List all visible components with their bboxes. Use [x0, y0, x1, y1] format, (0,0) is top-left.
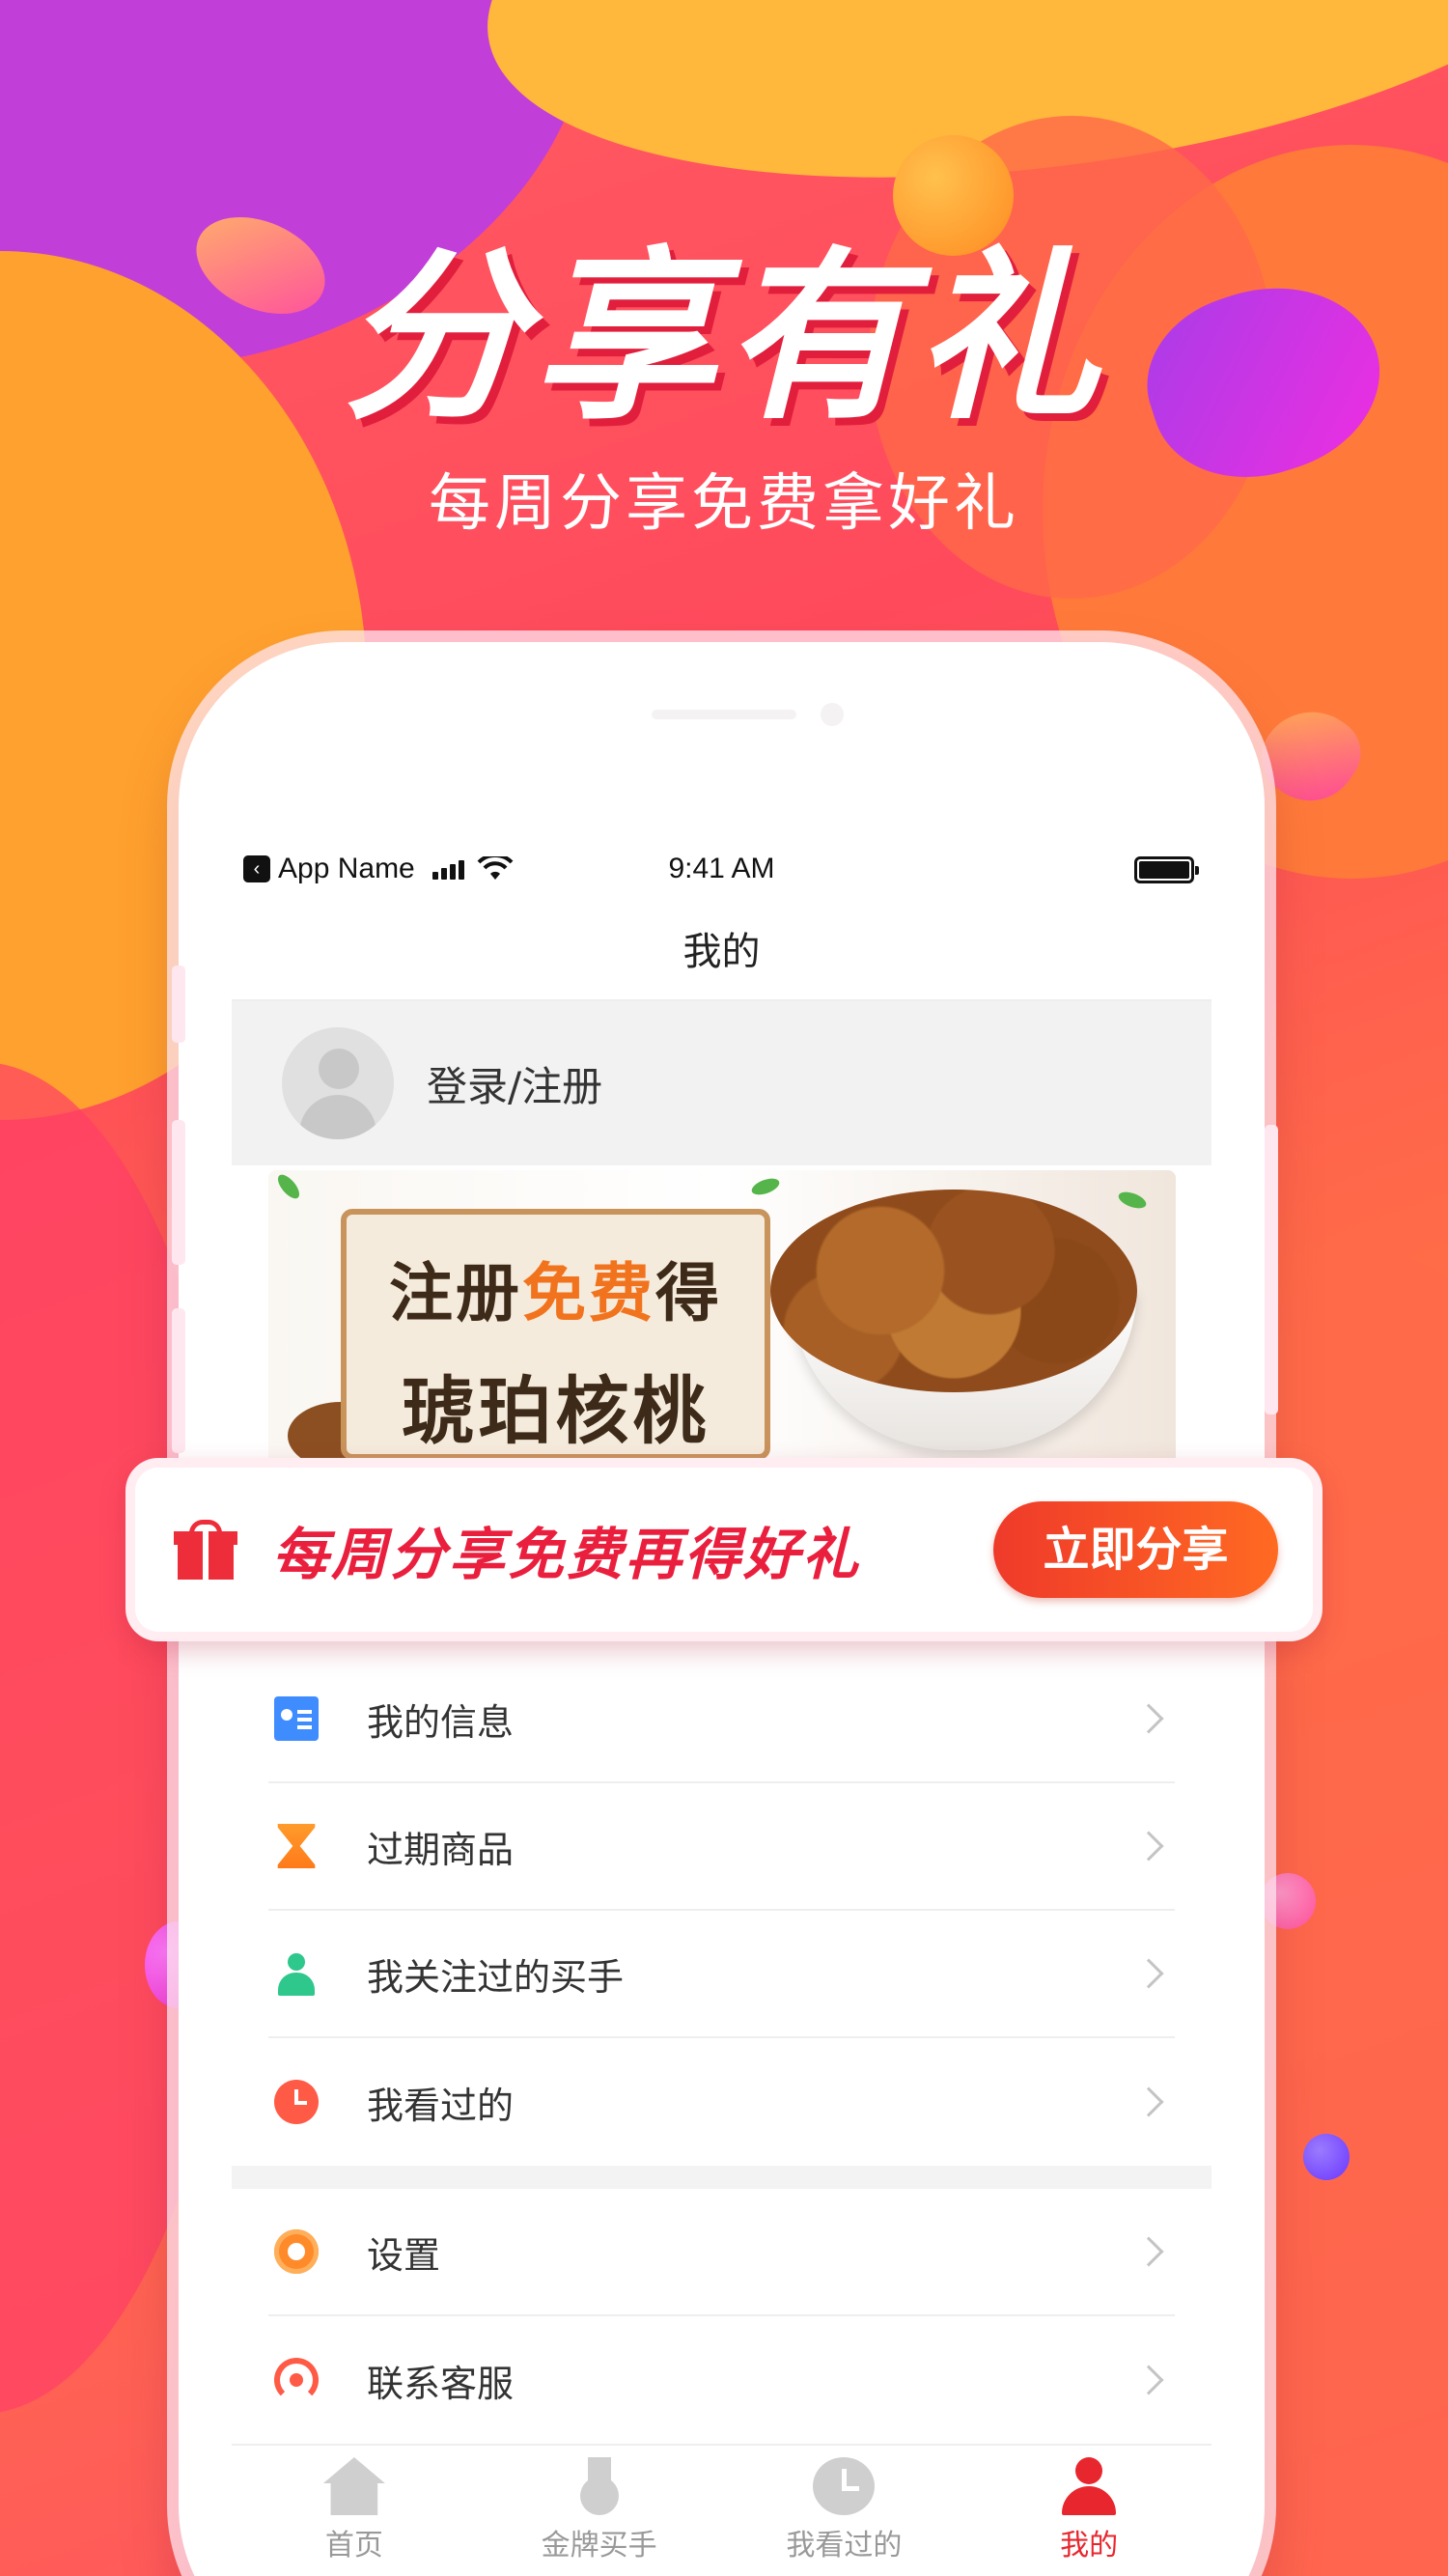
- gift-icon: [174, 1520, 237, 1580]
- avatar[interactable]: [282, 1027, 394, 1139]
- status-app-name[interactable]: App Name: [278, 853, 415, 885]
- menu-item-label: 联系客服: [367, 2362, 515, 2405]
- tab-label: 我看过的: [786, 2529, 903, 2562]
- tab-mine[interactable]: 我的: [966, 2446, 1211, 2576]
- decor-orb: [1303, 2134, 1350, 2180]
- app-screen: ‹ App Name 9:41 AM 我的 登录/注册 注册免费得 琥珀核桃 我…: [232, 835, 1211, 2576]
- back-to-app-icon[interactable]: ‹: [243, 855, 270, 882]
- tab-label: 我的: [1060, 2529, 1119, 2562]
- tab-history[interactable]: 我看过的: [722, 2446, 967, 2576]
- promo-subtitle: 每周分享免费拿好礼: [429, 468, 1019, 540]
- chevron-right-icon: [1133, 2086, 1164, 2117]
- banner-headline: 注册免费得: [347, 1242, 765, 1334]
- menu-item-settings[interactable]: 设置: [268, 2189, 1175, 2316]
- menu-item-customer-service[interactable]: 联系客服: [268, 2316, 1175, 2444]
- menu-item-expired-goods[interactable]: 过期商品: [268, 1783, 1175, 1911]
- phone-side-button: [172, 1308, 185, 1453]
- menu-item-label: 我的信息: [367, 1700, 515, 1744]
- support-icon: [274, 2358, 319, 2402]
- signal-icon: [432, 858, 464, 880]
- clock-icon: [274, 2080, 319, 2124]
- share-now-button[interactable]: 立即分享: [993, 1501, 1278, 1598]
- weekly-share-strip: 每周分享免费再得好礼 立即分享: [125, 1458, 1323, 1641]
- status-bar: ‹ App Name 9:41 AM: [232, 835, 1211, 903]
- phone-side-button: [172, 1120, 185, 1265]
- buyer-icon: [274, 1951, 319, 1996]
- menu-item-label: 设置: [367, 2233, 441, 2277]
- menu-item-followed-buyers[interactable]: 我关注过的买手: [268, 1911, 1175, 2038]
- promo-title: 分享有礼: [341, 231, 1106, 444]
- page-title: 我的: [232, 903, 1211, 1001]
- share-strip-text: 每周分享免费再得好礼: [272, 1522, 862, 1587]
- home-icon: [322, 2457, 385, 2515]
- phone-speaker: [652, 710, 796, 719]
- menu-item-my-info[interactable]: 我的信息: [268, 1656, 1175, 1783]
- gear-icon: [274, 2229, 319, 2274]
- phone-side-button: [172, 966, 185, 1043]
- id-card-icon: [274, 1696, 319, 1741]
- user-icon: [1058, 2457, 1120, 2515]
- history-icon: [813, 2457, 876, 2515]
- bottom-tab-bar: 首页 金牌买手 我看过的 我的: [232, 2444, 1211, 2576]
- hourglass-icon: [277, 1824, 316, 1868]
- phone-camera: [821, 703, 844, 726]
- tab-label: 金牌买手: [541, 2529, 657, 2562]
- banner-product-name: 琥珀核桃: [401, 1368, 710, 1454]
- menu-item-label: 过期商品: [367, 1828, 515, 1871]
- leaf-decor: [1116, 1189, 1149, 1212]
- banner-headline-highlight: 免费: [522, 1256, 655, 1330]
- leaf-decor: [749, 1175, 782, 1198]
- profile-header[interactable]: 登录/注册: [232, 1001, 1211, 1165]
- menu-item-viewed[interactable]: 我看过的: [268, 2038, 1175, 2166]
- walnut-image: [770, 1190, 1137, 1392]
- medal-icon: [569, 2457, 630, 2515]
- decor-orb: [1260, 1873, 1316, 1929]
- banner-text-card: 注册免费得 琥珀核桃: [341, 1209, 770, 1460]
- menu-list: 我的信息 过期商品 我关注过的买手 我看过的 设置 联系客服: [232, 1656, 1211, 2444]
- tab-label: 首页: [324, 2529, 383, 2562]
- chevron-right-icon: [1133, 2365, 1164, 2395]
- tab-gold-buyers[interactable]: 金牌买手: [477, 2446, 722, 2576]
- menu-item-label: 我关注过的买手: [367, 1955, 625, 1999]
- banner-headline-suffix: 得: [655, 1256, 722, 1330]
- menu-item-label: 我看过的: [367, 2084, 515, 2127]
- chevron-right-icon: [1133, 1958, 1164, 1989]
- chevron-right-icon: [1133, 1703, 1164, 1734]
- register-promo-banner[interactable]: 注册免费得 琥珀核桃: [268, 1170, 1176, 1470]
- phone-side-button: [1265, 1125, 1278, 1414]
- tab-home[interactable]: 首页: [232, 2446, 477, 2576]
- banner-headline-prefix: 注册: [389, 1256, 522, 1330]
- login-register-link[interactable]: 登录/注册: [427, 1054, 602, 1113]
- section-divider: [232, 2166, 1211, 2189]
- chevron-right-icon: [1133, 2236, 1164, 2267]
- battery-icon: [1134, 856, 1199, 883]
- chevron-right-icon: [1133, 1831, 1164, 1862]
- wifi-icon: [477, 856, 514, 880]
- leaf-decor: [273, 1171, 304, 1202]
